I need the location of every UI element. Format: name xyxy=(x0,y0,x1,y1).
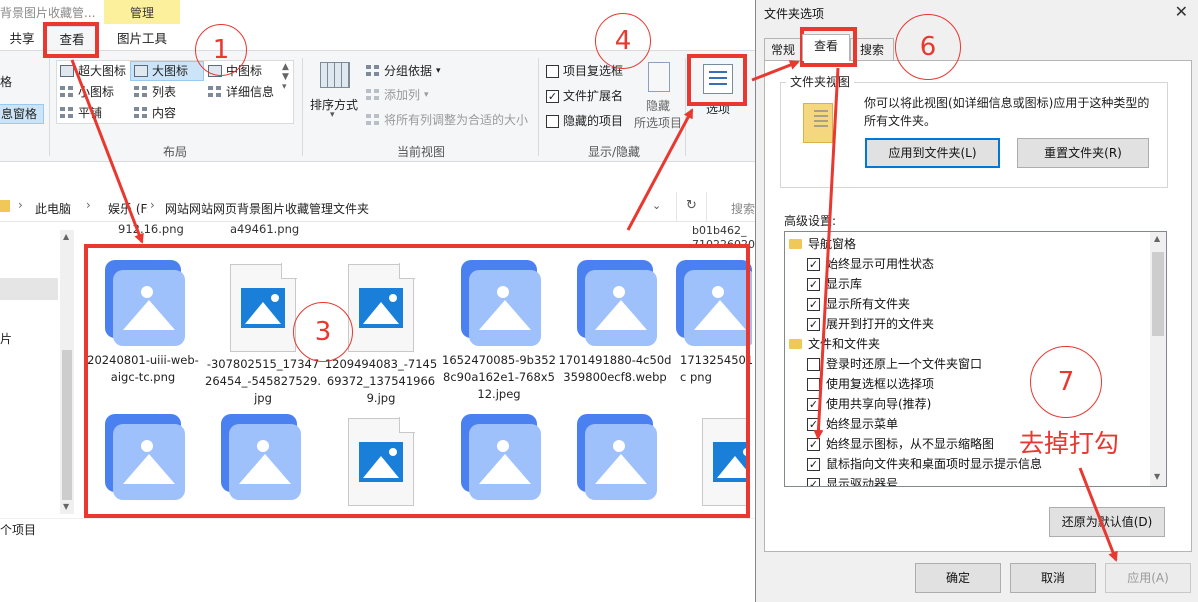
tab-view[interactable]: 查看 xyxy=(802,34,850,61)
annotation-arrows xyxy=(70,59,1118,562)
arrow-files-to-options xyxy=(626,108,694,231)
arrow-note-to-apply xyxy=(1078,467,1118,562)
arrow-view-to-files xyxy=(70,59,144,244)
arrow-view-tab-to-option xyxy=(813,67,840,440)
arrow-options-to-dialog xyxy=(751,60,800,82)
